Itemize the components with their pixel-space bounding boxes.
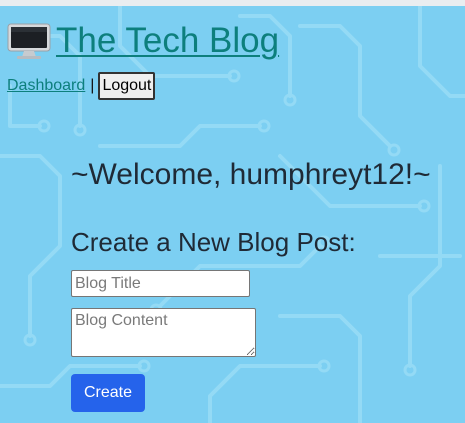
dashboard-link[interactable]: Dashboard <box>7 77 85 95</box>
desktop-computer-icon <box>6 21 52 61</box>
welcome-message: ~Welcome, humphreyt12!~ <box>71 158 431 191</box>
nav-separator: | <box>90 77 95 94</box>
site-header: The Tech Blog <box>6 20 279 62</box>
nav-bar: Dashboard | Logout <box>7 72 156 100</box>
create-post-button[interactable]: Create <box>71 374 145 412</box>
blog-title-input[interactable] <box>71 270 250 297</box>
logout-button[interactable]: Logout <box>98 72 156 100</box>
new-post-heading: Create a New Blog Post: <box>71 227 356 257</box>
blog-content-textarea[interactable] <box>71 308 256 357</box>
site-title-link[interactable]: The Tech Blog <box>56 20 279 62</box>
